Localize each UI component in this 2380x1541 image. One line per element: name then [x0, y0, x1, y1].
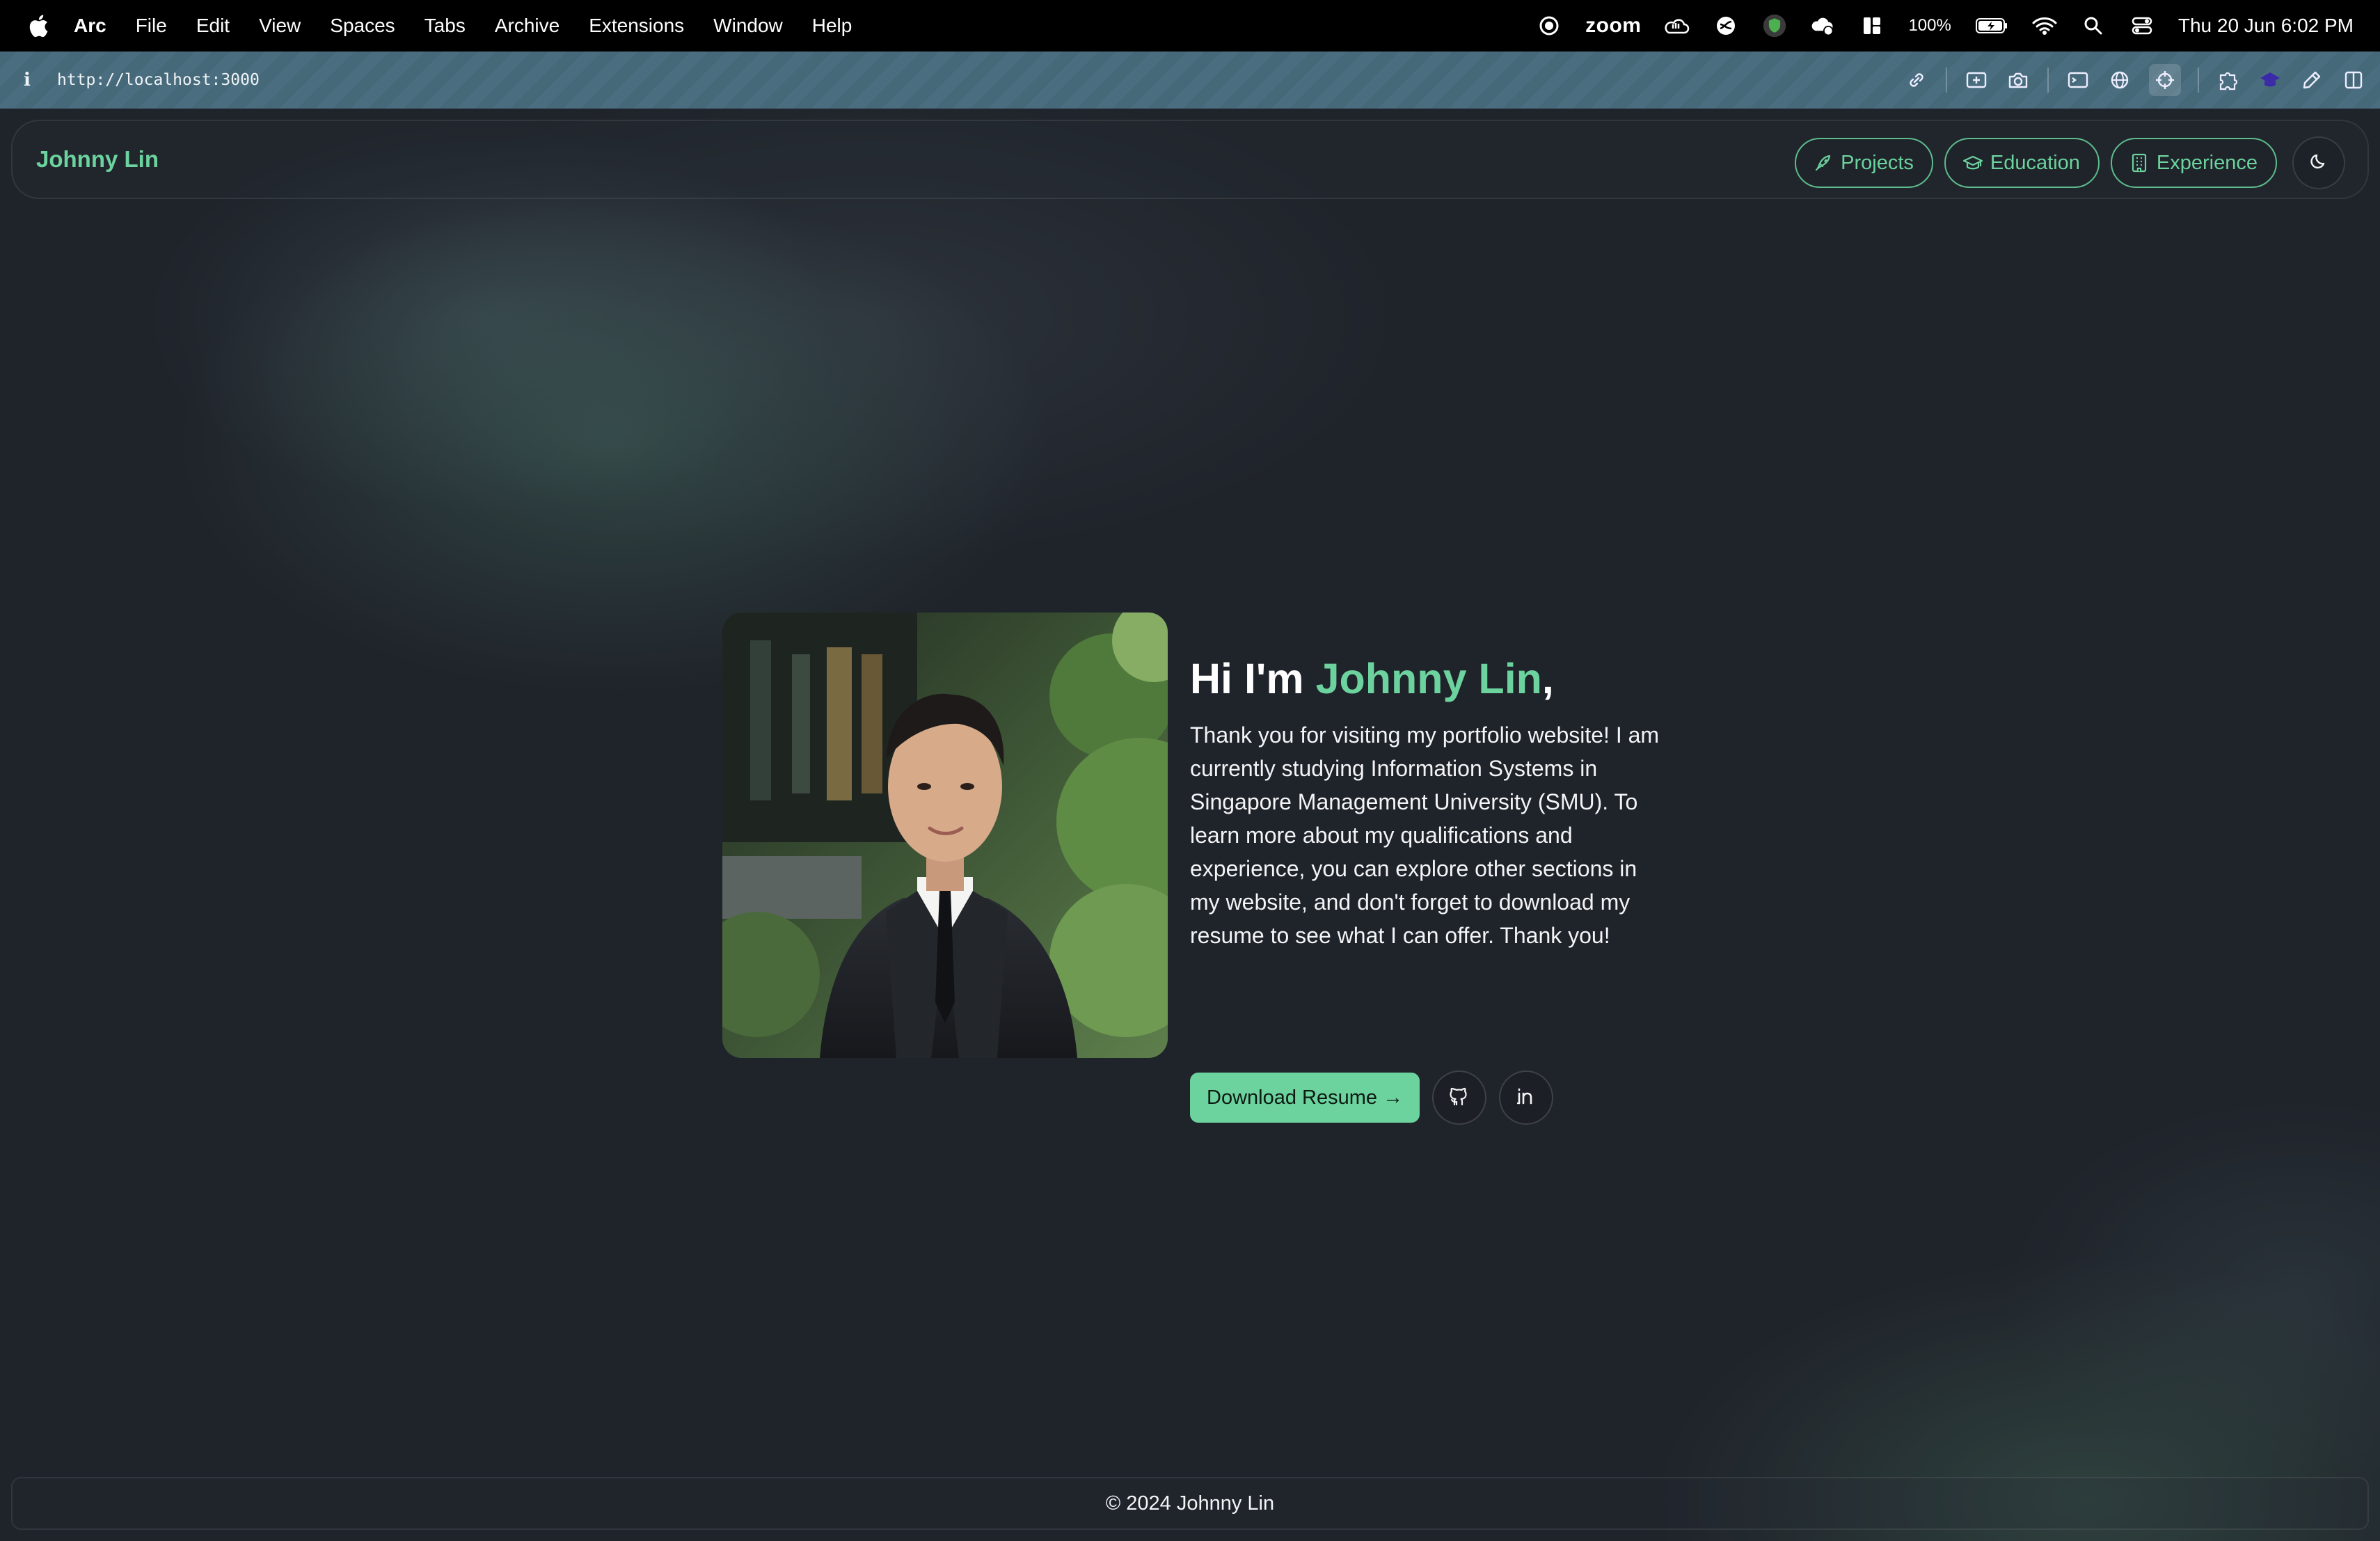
hero-comma: , — [1541, 655, 1554, 702]
apple-menu-icon[interactable] — [26, 12, 50, 40]
wifi-icon[interactable] — [2032, 13, 2057, 38]
crosshair-icon[interactable] — [2149, 64, 2181, 96]
moon-icon — [2308, 151, 2329, 175]
hero-name: Johnny Lin — [1315, 655, 1542, 702]
eyedropper-icon[interactable] — [2299, 68, 2324, 93]
hero-text-block: Hi I'm Johnny Lin, Thank you for visitin… — [1190, 654, 1677, 952]
menubar-clock[interactable]: Thu 20 Jun 6:02 PM — [2178, 15, 2354, 37]
portfolio-page: Johnny Lin Projects Education Experience — [0, 109, 2380, 1541]
footer-copyright: © 2024 Johnny Lin — [1105, 1492, 1275, 1515]
nav-projects-label: Projects — [1841, 151, 1914, 174]
screen-record-icon[interactable] — [1537, 13, 1562, 38]
nav-links: Projects Education Experience — [1795, 136, 2345, 189]
toolbar-divider — [2047, 68, 2049, 93]
battery-percent: 100% — [1908, 16, 1951, 35]
nav-projects-button[interactable]: Projects — [1795, 138, 1933, 188]
theme-toggle-button[interactable] — [2292, 136, 2345, 189]
split-view-icon[interactable] — [2341, 68, 2366, 93]
menu-view[interactable]: View — [259, 15, 301, 37]
nav-education-button[interactable]: Education — [1944, 138, 2100, 188]
graduation-extension-icon[interactable] — [2258, 68, 2283, 93]
nav-education-label: Education — [1990, 151, 2080, 174]
cloud-sync-icon[interactable] — [1811, 13, 1836, 38]
menubar-status-area: zoom 100% Thu 20 Jun 6:02 PM — [1537, 0, 2354, 52]
spotlight-search-icon[interactable] — [2081, 13, 2106, 38]
browser-toolbar — [1904, 52, 2366, 109]
menu-window[interactable]: Window — [713, 15, 783, 37]
hero-actions: Download Resume → — [1190, 1070, 1554, 1125]
site-footer: © 2024 Johnny Lin — [11, 1477, 2369, 1530]
capture-icon[interactable] — [1964, 68, 1989, 93]
profile-photo — [722, 613, 1168, 1058]
rocket-icon — [1813, 152, 1834, 173]
menu-archive[interactable]: Archive — [495, 15, 560, 37]
github-link-button[interactable] — [1432, 1070, 1487, 1125]
shield-vpn-icon[interactable] — [1762, 13, 1787, 38]
download-resume-button[interactable]: Download Resume → — [1190, 1073, 1420, 1123]
site-navbar: Johnny Lin Projects Education Experience — [11, 120, 2369, 199]
extensions-puzzle-icon[interactable] — [2216, 68, 2241, 93]
site-info-icon[interactable]: i — [24, 70, 38, 90]
copy-link-icon[interactable] — [1904, 68, 1929, 93]
globe-icon[interactable] — [2107, 68, 2132, 93]
menu-app-name[interactable]: Arc — [74, 15, 106, 37]
terminal-icon[interactable] — [2065, 68, 2091, 93]
battery-icon[interactable] — [1975, 13, 2008, 38]
nav-experience-button[interactable]: Experience — [2110, 138, 2277, 188]
swirl-app-icon[interactable] — [1713, 13, 1738, 38]
linkedin-link-button[interactable] — [1499, 1070, 1554, 1125]
github-icon — [1447, 1084, 1471, 1112]
toolbar-divider — [1946, 68, 1947, 93]
hand-cloud-icon[interactable] — [1665, 13, 1690, 38]
control-center-icon[interactable] — [2129, 13, 2155, 38]
browser-address-bar: i http://localhost:3000 — [0, 52, 2380, 109]
site-brand[interactable]: Johnny Lin — [36, 146, 159, 173]
graduation-cap-icon — [1962, 152, 1983, 173]
menu-file[interactable]: File — [136, 15, 167, 37]
hero-description: Thank you for visiting my portfolio webs… — [1190, 722, 1660, 948]
nav-experience-label: Experience — [2156, 151, 2258, 174]
camera-icon[interactable] — [2006, 68, 2031, 93]
hero-greeting: Hi I'm — [1190, 655, 1316, 702]
hero-heading: Hi I'm Johnny Lin, — [1190, 654, 1677, 703]
window-manager-icon[interactable] — [1859, 13, 1885, 38]
building-icon — [2129, 152, 2150, 173]
macos-menu-bar: Arc File Edit View Spaces Tabs Archive E… — [0, 0, 2380, 52]
linkedin-icon — [1514, 1084, 1538, 1112]
toolbar-divider — [2198, 68, 2199, 93]
menu-extensions[interactable]: Extensions — [589, 15, 684, 37]
url-text[interactable]: http://localhost:3000 — [57, 71, 260, 89]
menu-help[interactable]: Help — [812, 15, 852, 37]
menu-spaces[interactable]: Spaces — [330, 15, 395, 37]
zoom-app-label[interactable]: zoom — [1585, 14, 1641, 38]
menu-edit[interactable]: Edit — [196, 15, 230, 37]
menu-tabs[interactable]: Tabs — [425, 15, 466, 37]
